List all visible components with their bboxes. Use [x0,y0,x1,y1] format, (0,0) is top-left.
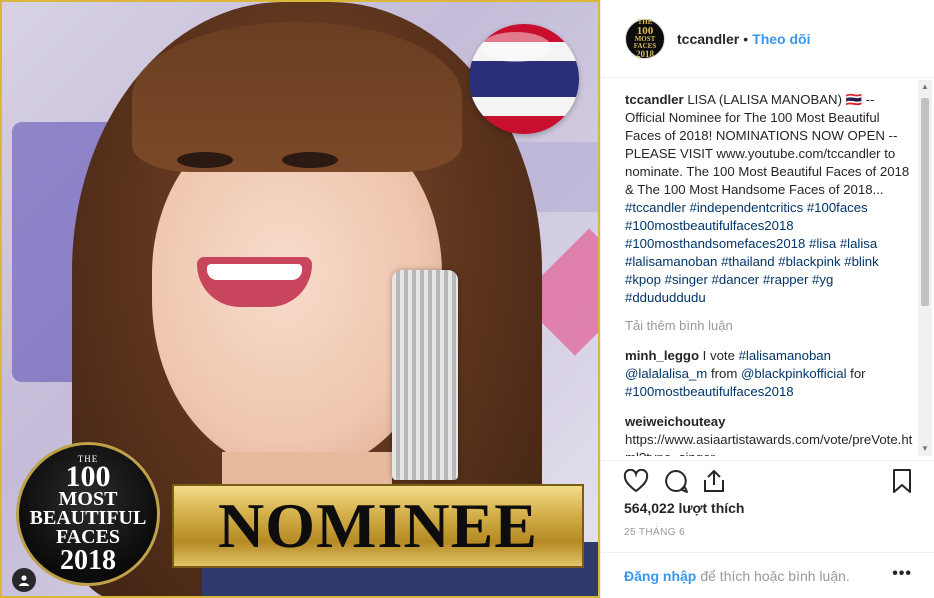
badge-most: MOST [58,487,118,510]
follow-button[interactable]: Theo dõi [752,31,810,47]
caption: tccandler LISA (LALISA MANOBAN) 🇹🇭 -- Of… [625,91,915,307]
hashtag-link[interactable]: #100mostbeautifulfaces2018 [625,218,794,233]
hashtag-link[interactable]: #100mostbeautifulfaces2018 [625,384,794,399]
mention-link[interactable]: @lalalalisa_m [625,366,707,381]
comment-text: I vote [702,348,739,363]
hashtag-link[interactable]: #lisa [809,236,836,251]
comment-bubble-icon[interactable] [662,467,690,495]
right-eye [282,152,338,168]
hashtag-link[interactable]: #lalisa [840,236,877,251]
share-icon[interactable] [700,467,728,495]
avatar-text-year: 2018 [636,48,654,59]
likes-count[interactable]: 564,022 lượt thích [624,500,744,516]
hashtag-link[interactable]: #tccandler [625,200,686,215]
badge-beautiful: BEAUTIFUL [29,506,147,529]
post-photo[interactable]: THE 100 MOST BEAUTIFUL FACES 2018 NOMINE… [0,0,600,598]
bangs [132,22,462,172]
badge-number: 100 [65,459,111,493]
hashtag-link[interactable]: #ddududdudu [625,290,706,305]
comment-username[interactable]: weiweichouteay [625,414,725,429]
post-date[interactable]: 25 THÁNG 6 [624,527,685,538]
separator: • [743,30,749,47]
heart-icon[interactable] [622,467,650,495]
comment-item: minh_leggo I vote #lalisamanoban @lalala… [625,347,915,401]
hashtag-link[interactable]: #yg [812,272,833,287]
hashtag-link[interactable]: #lalisamanoban [739,348,831,363]
mention-link[interactable]: @blackpinkofficial [741,366,847,381]
hashtag-link[interactable]: #independentcritics [690,200,804,215]
teeth [207,264,302,280]
login-prompt-text: để thích hoặc bình luận. [700,567,850,584]
comment-text: from [707,366,741,381]
bookmark-icon[interactable] [888,467,916,495]
earring [392,270,458,480]
caption-text: LISA (LALISA MANOBAN) 🇹🇭 -- Official Nom… [625,92,910,197]
post-header: THE 100 MOST FACES 2018 tccandler • Theo… [601,0,934,78]
hashtag-link[interactable]: #lalisamanoban [625,254,717,269]
hashtag-link[interactable]: #kpop [625,272,661,287]
left-eye [177,152,233,168]
hashtag-link[interactable]: #singer [665,272,708,287]
comment-item: weiweichouteay https://www.asiaartistawa… [625,413,915,456]
caption-username[interactable]: tccandler [625,92,684,107]
hashtag-link[interactable]: #dancer [712,272,760,287]
login-footer: Đăng nhập để thích hoặc bình luận. ••• [600,552,934,598]
comments-list[interactable]: tccandler LISA (LALISA MANOBAN) 🇹🇭 -- Of… [625,91,915,456]
action-bar [600,460,934,504]
user-tag-icon[interactable] [12,568,36,592]
avatar[interactable]: THE 100 MOST FACES 2018 [625,18,665,59]
scrollbar-thumb[interactable] [921,98,929,306]
caption-hashtags: #tccandler #independentcritics #100faces… [625,200,879,305]
hashtag-link[interactable]: #thailand [721,254,775,269]
comment-username[interactable]: minh_leggo [625,348,699,363]
hashtag-link[interactable]: #blink [844,254,878,269]
login-link[interactable]: Đăng nhập [624,568,696,584]
thailand-flag-icon [469,24,579,134]
avatar-text-number: 100 [636,24,654,37]
hashtag-link[interactable]: #blackpink [778,254,840,269]
comment-text: https://www.asiaartistawards.com/vote/pr… [625,432,913,456]
scroll-up-arrow-icon[interactable]: ▲ [918,80,932,94]
nominee-banner: NOMINEE [172,484,584,568]
badge-year: 2018 [60,544,116,576]
comment-text: for [846,366,866,381]
hashtag-link[interactable]: #100faces [807,200,868,215]
hashtag-link[interactable]: #100mosthandsomefaces2018 [625,236,805,251]
comments-scrollbar[interactable]: ▲ ▼ [918,80,932,456]
username-link[interactable]: tccandler [677,31,739,47]
load-more-comments-button[interactable]: Tải thêm bình luận [625,317,915,335]
hashtag-link[interactable]: #rapper [763,272,808,287]
award-badge-logo: THE 100 MOST BEAUTIFUL FACES 2018 [16,442,160,586]
more-options-icon[interactable]: ••• [892,565,912,583]
badge-faces: FACES [55,525,121,548]
scroll-down-arrow-icon[interactable]: ▼ [918,442,932,456]
